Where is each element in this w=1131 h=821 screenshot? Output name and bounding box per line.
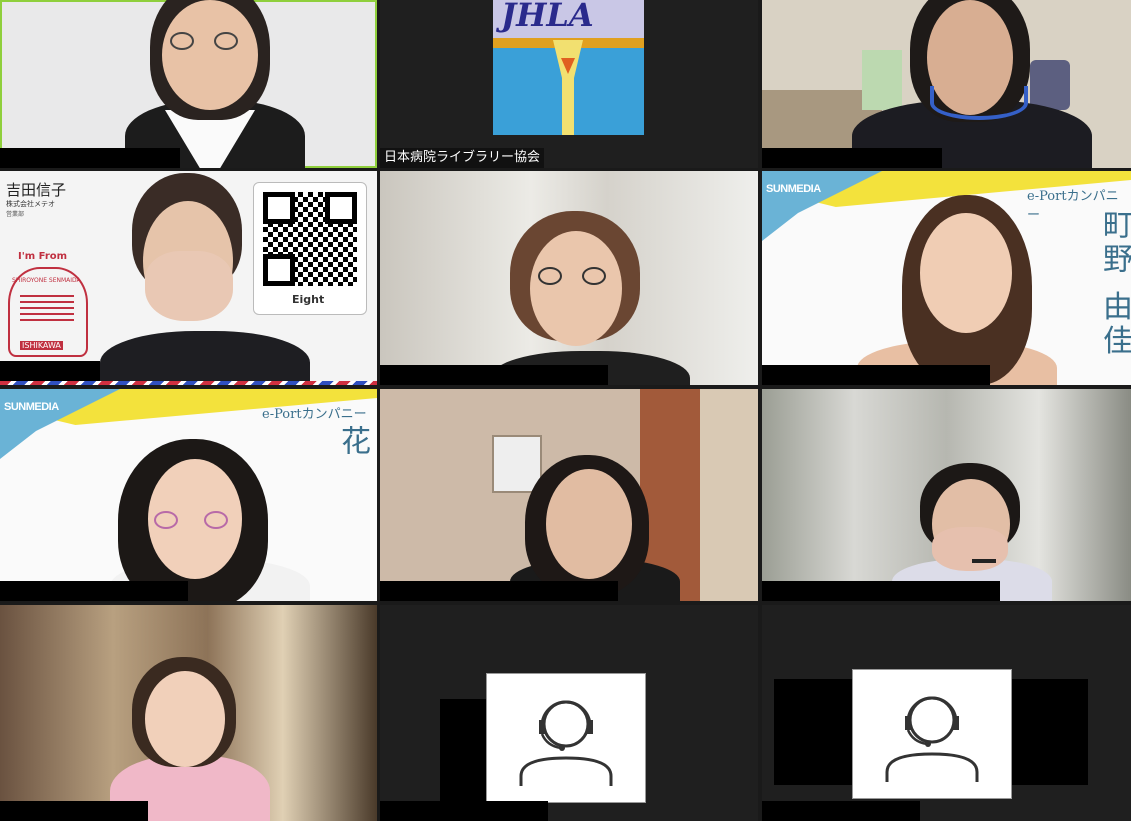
headset-user-icon [885, 696, 979, 782]
glasses-icon [170, 32, 194, 50]
avatar-shadow [440, 699, 490, 809]
eport-label: e-Portカンパニー [262, 407, 367, 422]
qr-corner [263, 192, 295, 224]
participant-name [762, 801, 920, 821]
participant-name [762, 148, 942, 168]
participant-name [762, 365, 990, 385]
qr-label: Eight [292, 293, 325, 306]
participant-tile-5[interactable] [380, 171, 758, 385]
card-name: 吉田信子 [6, 181, 67, 199]
headset-icon [972, 559, 996, 563]
participant-tile-4[interactable]: 吉田信子 株式会社メテオ 営業部 I'm From SHIROYONE SENM… [0, 171, 377, 385]
participant-tile-7[interactable]: SUNMEDIA e-Portカンパニー 酒井 保乃花 [0, 389, 377, 601]
participant-name [380, 801, 548, 821]
stamp-text: SHIROYONE SENMAIDA [12, 277, 81, 284]
participant-name [380, 581, 618, 601]
face-mask [145, 251, 233, 321]
vertical-name: 酒井 保乃花 [335, 425, 370, 459]
background-item [1030, 60, 1070, 110]
participant-tile-8[interactable] [380, 389, 758, 601]
avatar [852, 669, 1012, 799]
card-company: 株式会社メテオ [6, 200, 55, 208]
participant-name [0, 361, 100, 381]
glasses-icon [154, 511, 178, 529]
face [546, 469, 632, 579]
glasses-icon [538, 267, 562, 285]
avatar [486, 673, 646, 803]
participant-tile-3[interactable] [762, 0, 1131, 168]
video-gallery: JHLA 日本病院ライブラリー協会 吉田信子 株式会社メテオ 営業部 I'm F… [0, 0, 1131, 821]
headset-icon [930, 86, 1028, 120]
participant-tile-6[interactable]: SUNMEDIA e-Portカンパニー 町野 由佳 [762, 171, 1131, 385]
participant-tile-12[interactable] [762, 605, 1131, 821]
participant-name: 日本病院ライブラリー協会 [380, 148, 545, 168]
glasses-icon [582, 267, 606, 285]
background-panel [700, 389, 758, 601]
headset-user-icon [519, 700, 613, 786]
brand-logo: SUNMEDIA [4, 401, 59, 413]
qr-card[interactable]: Eight [253, 182, 367, 315]
face [530, 231, 622, 346]
face [145, 671, 225, 767]
logo-text: JHLA [501, 0, 594, 34]
qr-corner [325, 192, 357, 224]
participant-name [0, 148, 180, 168]
stamp-place: ISHIKAWA [20, 341, 63, 350]
glasses-icon [214, 32, 238, 50]
participant-name [762, 581, 1000, 601]
participant-name [0, 801, 148, 821]
participant-tile-11[interactable] [380, 605, 758, 821]
jhla-logo: JHLA [493, 0, 644, 135]
brand-logo: SUNMEDIA [766, 183, 821, 195]
face [162, 0, 258, 110]
airmail-border [0, 381, 377, 385]
vertical-name: 町野 由佳 [1097, 209, 1131, 359]
participant-tile-2[interactable]: JHLA 日本病院ライブラリー協会 [380, 0, 758, 168]
participant-video [100, 331, 310, 385]
qr-corner [263, 254, 295, 286]
participant-name [0, 581, 188, 601]
stamp-emblem: SHIROYONE SENMAIDA ISHIKAWA [8, 267, 88, 357]
participant-tile-1[interactable] [0, 0, 377, 168]
background-board [862, 50, 902, 110]
participant-name [380, 365, 608, 385]
face-mask [932, 527, 1008, 571]
face [920, 213, 1012, 333]
glasses-icon [204, 511, 228, 529]
participant-tile-10[interactable] [0, 605, 377, 821]
card-dept: 営業部 [6, 211, 25, 218]
participant-tile-9[interactable] [762, 389, 1131, 601]
im-from-label: I'm From [18, 251, 68, 262]
